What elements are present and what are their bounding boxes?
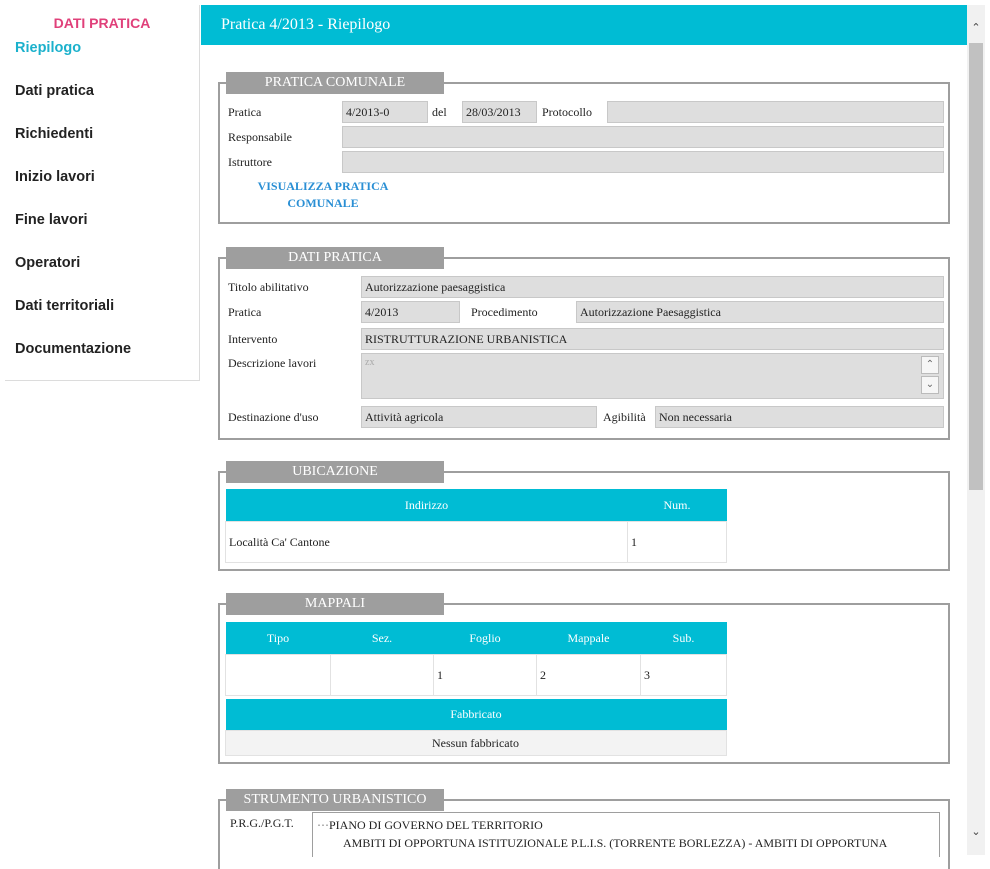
destinazione-uso-field: Attività agricola	[361, 406, 597, 428]
foglio-cell: 1	[433, 654, 537, 696]
column-header-sub: Sub.	[640, 622, 727, 655]
tree-node-ambiti[interactable]: AMBITI DI OPPORTUNA ISTITUZIONALE P.L.I.…	[343, 836, 887, 851]
section-dati-pratica: DATI PRATICA Titolo abilitativo Autorizz…	[218, 247, 950, 440]
table-header-row: Indirizzo Num.	[225, 489, 727, 522]
section-title: DATI PRATICA	[226, 247, 444, 269]
sidebar-item-fine-lavori[interactable]: Fine lavori	[5, 199, 199, 242]
column-header-foglio: Foglio	[433, 622, 537, 655]
intervento-field: RISTRUTTURAZIONE URBANISTICA	[361, 328, 944, 350]
column-header-num: Num.	[627, 489, 727, 522]
indirizzo-cell: Località Ca' Cantone	[225, 521, 628, 563]
sidebar-item-operatori[interactable]: Operatori	[5, 242, 199, 285]
mappale-cell: 2	[536, 654, 641, 696]
scroll-down-icon[interactable]: ⌄	[967, 823, 985, 841]
num-cell: 1	[627, 521, 727, 563]
sidebar-item-inizio-lavori[interactable]: Inizio lavori	[5, 156, 199, 199]
section-pratica-comunale: PRATICA COMUNALE Pratica 4/2013-0 del 28…	[218, 72, 950, 224]
section-strumento-urbanistico: STRUMENTO URBANISTICO P.R.G./P.G.T. ⋯PIA…	[218, 789, 950, 869]
procedimento-field: Autorizzazione Paesaggistica	[576, 301, 944, 323]
column-header-tipo: Tipo	[225, 622, 331, 655]
prg-pgt-label: P.R.G./P.G.T.	[230, 816, 294, 830]
sez-cell	[330, 654, 434, 696]
scroll-thumb[interactable]	[969, 43, 983, 490]
tipo-cell	[225, 654, 331, 696]
tree-node-pgt[interactable]: ⋯PIANO DI GOVERNO DEL TERRITORIO	[317, 818, 543, 833]
strumento-tree: ⋯PIANO DI GOVERNO DEL TERRITORIO AMBITI …	[312, 812, 940, 857]
section-title: STRUMENTO URBANISTICO	[226, 789, 444, 811]
sidebar: DATI PRATICA Riepilogo Dati pratica Rich…	[5, 5, 200, 381]
page-title: Pratica 4/2013 - Riepilogo	[201, 5, 967, 45]
table-row[interactable]: Località Ca' Cantone 1	[225, 521, 727, 563]
agibilita-label: Agibilità	[603, 410, 646, 424]
visualizza-pratica-link[interactable]: VISUALIZZA PRATICA COMUNALE	[248, 178, 398, 212]
vertical-scrollbar[interactable]: ⌃ ⌄	[967, 5, 985, 855]
agibilita-field: Non necessaria	[655, 406, 944, 428]
protocollo-field	[607, 101, 944, 123]
column-header-mappale: Mappale	[536, 622, 641, 655]
sidebar-item-dati-pratica[interactable]: Dati pratica	[5, 70, 199, 113]
table-header-row: Fabbricato	[225, 699, 727, 731]
section-title: UBICAZIONE	[226, 461, 444, 483]
section-mappali: MAPPALI Tipo Sez. Foglio Mappale Sub. 1 …	[218, 593, 950, 764]
tree-node-ambiti-label: AMBITI DI OPPORTUNA ISTITUZIONALE P.L.I.…	[343, 836, 888, 850]
sidebar-item-riepilogo[interactable]: Riepilogo	[5, 27, 199, 70]
pratica-label: Pratica	[228, 305, 262, 319]
descrizione-lavori-textarea[interactable]: zx ⌃ ⌄	[361, 353, 944, 399]
column-header-fabbricato: Fabbricato	[225, 699, 727, 731]
sidebar-item-richiedenti[interactable]: Richiedenti	[5, 113, 199, 156]
scroll-up-icon[interactable]: ⌃	[967, 19, 985, 37]
pratica-field: 4/2013	[361, 301, 460, 323]
sidebar-item-documentazione[interactable]: Documentazione	[5, 328, 199, 371]
procedimento-label: Procedimento	[471, 305, 538, 319]
section-title: PRATICA COMUNALE	[226, 72, 444, 94]
titolo-abilitativo-label: Titolo abilitativo	[228, 280, 309, 294]
section-ubicazione: UBICAZIONE Indirizzo Num. Località Ca' C…	[218, 461, 950, 571]
pratica-field: 4/2013-0	[342, 101, 428, 123]
del-label: del	[432, 105, 447, 119]
fabbricato-cell: Nessun fabbricato	[225, 730, 727, 756]
intervento-label: Intervento	[228, 332, 278, 346]
fabbricato-table: Fabbricato Nessun fabbricato	[225, 699, 727, 756]
table-row: Nessun fabbricato	[225, 730, 727, 756]
descrizione-lavori-value: zx	[365, 357, 375, 368]
table-row[interactable]: 1 2 3	[225, 654, 727, 696]
sub-cell: 3	[640, 654, 727, 696]
destinazione-uso-label: Destinazione d'uso	[228, 410, 319, 424]
textarea-scroll-down-icon[interactable]: ⌄	[921, 376, 939, 394]
table-header-row: Tipo Sez. Foglio Mappale Sub.	[225, 622, 727, 655]
sidebar-nav: Riepilogo Dati pratica Richiedenti Inizi…	[5, 27, 199, 371]
visualizza-pratica-link-line1: VISUALIZZA PRATICA	[257, 179, 389, 193]
istruttore-label: Istruttore	[228, 155, 272, 169]
column-header-indirizzo: Indirizzo	[225, 489, 628, 522]
responsabile-field	[342, 126, 944, 148]
protocollo-label: Protocollo	[542, 105, 592, 119]
istruttore-field	[342, 151, 944, 173]
mappali-table: Tipo Sez. Foglio Mappale Sub. 1 2 3	[225, 622, 727, 696]
responsabile-label: Responsabile	[228, 130, 292, 144]
pratica-label: Pratica	[228, 105, 262, 119]
descrizione-lavori-label: Descrizione lavori	[228, 356, 317, 370]
ubicazione-table: Indirizzo Num. Località Ca' Cantone 1	[225, 489, 727, 563]
titolo-abilitativo-field: Autorizzazione paesaggistica	[361, 276, 944, 298]
textarea-scroll-up-icon[interactable]: ⌃	[921, 356, 939, 374]
section-title: MAPPALI	[226, 593, 444, 615]
tree-connector-icon: ⋯	[317, 818, 329, 832]
sidebar-item-dati-territoriali[interactable]: Dati territoriali	[5, 285, 199, 328]
column-header-sez: Sez.	[330, 622, 434, 655]
tree-node-pgt-label: PIANO DI GOVERNO DEL TERRITORIO	[329, 818, 543, 832]
visualizza-pratica-link-line2: COMUNALE	[287, 196, 359, 210]
del-field: 28/03/2013	[462, 101, 537, 123]
